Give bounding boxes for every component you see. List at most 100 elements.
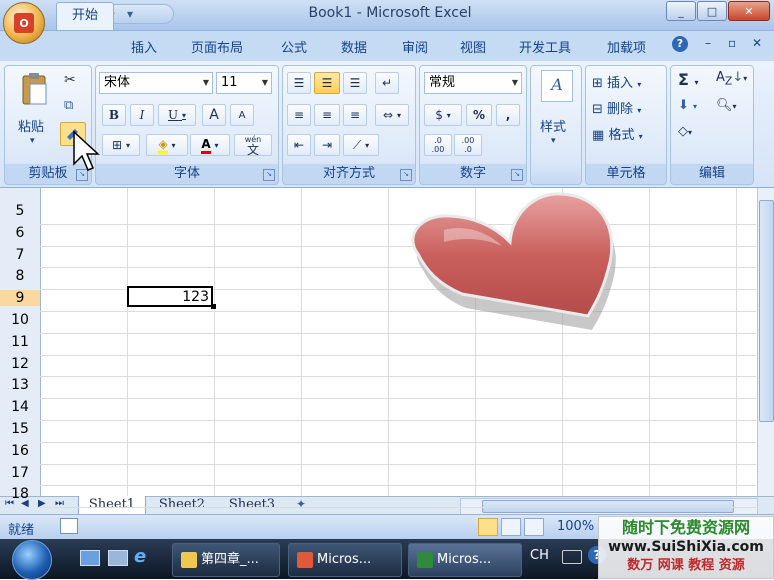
format-cells-button[interactable]: ▦ 格式 ▾ (592, 124, 643, 143)
tab-developer[interactable]: 开发工具 (519, 37, 571, 56)
keyboard-icon[interactable] (562, 550, 582, 564)
taskbar-item-recorder[interactable]: Micros... (288, 543, 402, 577)
insert-sheet-icon[interactable]: ✦ (296, 497, 306, 511)
paste-dropdown-icon[interactable]: ▾ (30, 136, 35, 146)
ribbon-close-icon[interactable]: ✕ (752, 36, 762, 50)
tab-add-ins[interactable]: 加载项 (607, 37, 646, 56)
row-number[interactable]: 11 (0, 334, 40, 350)
row-number[interactable]: 13 (0, 377, 40, 393)
align-center-button[interactable]: ≡ (314, 104, 340, 126)
tab-insert[interactable]: 插入 (131, 37, 157, 56)
find-select-button[interactable]: 🔍︎▾ (716, 98, 737, 113)
tab-home[interactable]: 开始 (56, 2, 114, 30)
orientation-button[interactable]: ⟋ ▾ (343, 134, 379, 156)
maximize-button[interactable]: □ (697, 1, 727, 21)
borders-button[interactable]: ⊞ ▾ (102, 134, 140, 156)
row-number[interactable]: 6 (0, 225, 40, 241)
comma-button[interactable]: , (496, 104, 520, 126)
tab-review[interactable]: 审阅 (402, 37, 428, 56)
row-number[interactable]: 7 (0, 247, 40, 263)
paste-label[interactable]: 粘贴 (18, 116, 44, 135)
fill-color-button[interactable]: ◈ ▾ (146, 134, 188, 156)
active-cell[interactable]: 123 (127, 286, 213, 307)
clear-button[interactable]: ◇▾ (678, 124, 692, 139)
page-layout-view-icon[interactable] (501, 518, 521, 536)
sheet-tab-2[interactable]: Sheet2 (150, 496, 214, 514)
merge-center-button[interactable]: ⇔ ▾ (375, 104, 409, 126)
zoom-level[interactable]: 100% (557, 519, 594, 534)
row-number[interactable]: 8 (0, 268, 40, 284)
fill-button[interactable]: ⬇ ▾ (678, 98, 697, 113)
bold-button[interactable]: B (102, 104, 126, 126)
italic-button[interactable]: I (130, 104, 154, 126)
tab-view[interactable]: 视图 (460, 37, 486, 56)
taskbar-item-folder[interactable]: 第四章_... (172, 543, 280, 577)
percent-button[interactable]: % (466, 104, 492, 126)
ribbon-restore-icon[interactable]: ▫ (728, 36, 736, 50)
phonetic-button[interactable]: wén 文 (234, 134, 272, 156)
sort-filter-button[interactable]: AZ↓▾ (716, 70, 747, 88)
tab-data[interactable]: 数据 (341, 37, 367, 56)
help-icon[interactable]: ? (672, 36, 688, 52)
styles-label[interactable]: 样式 (540, 116, 566, 135)
cut-icon[interactable]: ✂ (64, 72, 76, 88)
row-number[interactable]: 18 (0, 486, 40, 502)
tab-formulas[interactable]: 公式 (281, 37, 307, 56)
font-color-button[interactable]: A ▾ (190, 134, 230, 156)
taskbar-item-excel[interactable]: Micros... (408, 543, 522, 577)
sheet-tab-1[interactable]: Sheet1 (78, 496, 146, 515)
grow-font-button[interactable]: A (202, 104, 226, 126)
align-top-button[interactable]: ☰ (287, 72, 311, 94)
customize-qat-icon[interactable]: ▾ (123, 7, 137, 21)
delete-cells-button[interactable]: ⊟ 删除 ▾ (592, 98, 641, 117)
office-button[interactable]: O (3, 2, 45, 44)
sheet-tab-3[interactable]: Sheet3 (220, 496, 284, 514)
tab-page-layout[interactable]: 页面布局 (191, 37, 243, 56)
heart-shape[interactable] (404, 190, 644, 343)
switch-windows-icon[interactable] (108, 550, 128, 566)
minimize-button[interactable]: _ (666, 1, 696, 21)
font-name-dropdown[interactable]: 宋体 ▼ (99, 72, 213, 94)
page-break-view-icon[interactable] (524, 518, 544, 536)
currency-button[interactable]: $ ▾ (424, 104, 462, 126)
start-button[interactable] (12, 540, 52, 580)
vertical-scroll-thumb[interactable] (759, 200, 774, 422)
row-number[interactable]: 12 (0, 356, 40, 372)
worksheet-grid[interactable] (0, 188, 774, 496)
align-middle-button[interactable]: ☰ (314, 72, 340, 94)
row-number[interactable]: 17 (0, 465, 40, 481)
alignment-launcher-icon[interactable]: ↘ (400, 169, 412, 181)
internet-explorer-icon[interactable]: e (134, 546, 146, 567)
number-launcher-icon[interactable]: ↘ (511, 169, 523, 181)
decrease-indent-button[interactable]: ⇤ (287, 134, 311, 156)
paste-icon[interactable] (20, 72, 48, 108)
decrease-decimal-button[interactable]: .00.0 (454, 134, 482, 156)
align-bottom-button[interactable]: ☰ (343, 72, 367, 94)
row-number[interactable]: 14 (0, 399, 40, 415)
autosum-button[interactable]: Σ ▾ (678, 70, 699, 89)
chevron-down-icon[interactable]: ▾ (551, 136, 556, 146)
fill-handle[interactable] (211, 304, 216, 309)
ribbon-minimize-icon[interactable]: – (705, 36, 711, 50)
align-right-button[interactable]: ≡ (343, 104, 367, 126)
row-number[interactable]: 16 (0, 443, 40, 459)
shrink-font-button[interactable]: A (230, 104, 254, 126)
number-format-dropdown[interactable]: 常规 ▼ (424, 72, 522, 94)
insert-cells-button[interactable]: ⊞ 插入 ▾ (592, 72, 641, 91)
wrap-text-button[interactable]: ↵ (375, 72, 399, 94)
close-button[interactable]: ✕ (728, 1, 770, 21)
increase-indent-button[interactable]: ⇥ (314, 134, 340, 156)
copy-icon[interactable]: ⧉ (64, 98, 73, 113)
align-left-button[interactable]: ≡ (287, 104, 311, 126)
macro-record-icon[interactable] (60, 518, 78, 534)
show-desktop-icon[interactable] (80, 550, 100, 566)
normal-view-icon[interactable] (478, 518, 498, 536)
row-number[interactable]: 15 (0, 421, 40, 437)
font-launcher-icon[interactable]: ↘ (263, 169, 275, 181)
row-number[interactable]: 5 (0, 203, 40, 219)
row-number[interactable]: 10 (0, 312, 40, 328)
increase-decimal-button[interactable]: .0.00 (424, 134, 452, 156)
font-size-dropdown[interactable]: 11 ▼ (216, 72, 272, 94)
underline-button[interactable]: U ▾ (158, 104, 196, 126)
language-indicator[interactable]: CH (530, 548, 549, 563)
